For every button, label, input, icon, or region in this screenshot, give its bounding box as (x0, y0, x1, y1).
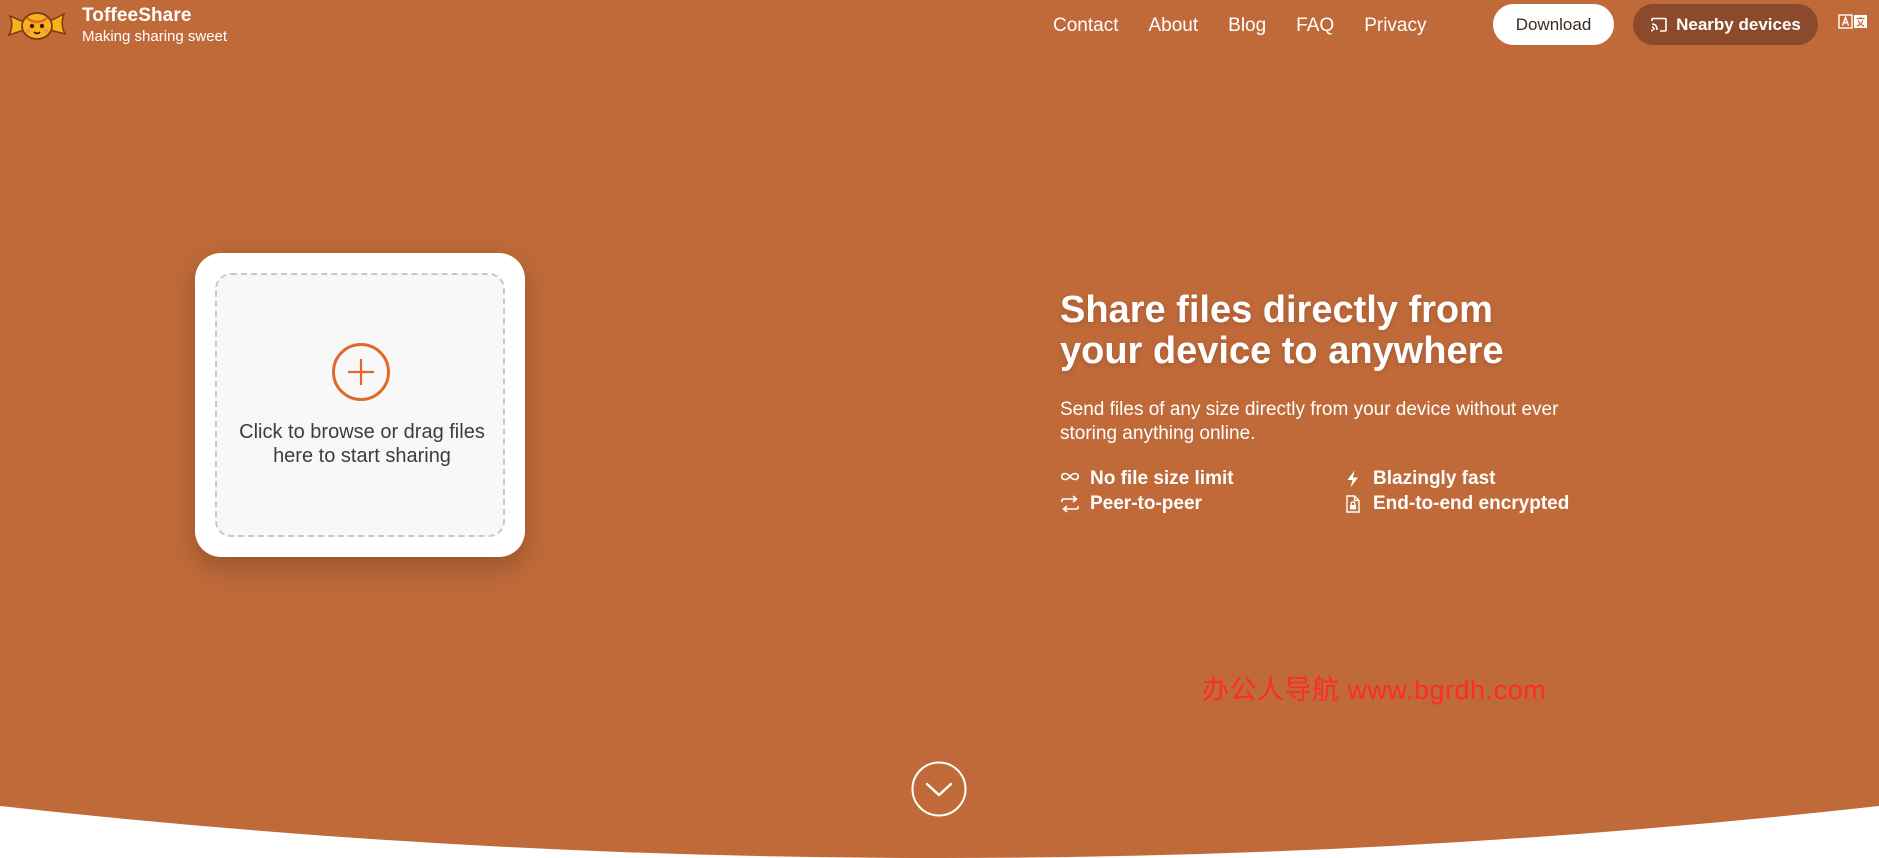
feature-no-size-limit: No file size limit (1060, 467, 1234, 491)
plus-circle-icon (332, 343, 390, 401)
candy-logo[interactable] (6, 2, 68, 48)
dropzone-text: Click to browse or drag files here to st… (239, 421, 485, 467)
brand[interactable]: ToffeeShare Making sharing sweet (82, 5, 227, 46)
feature-blazingly-fast: Blazingly fast (1343, 467, 1495, 491)
infinity-icon (1060, 472, 1080, 481)
nav-blog[interactable]: Blog (1228, 14, 1266, 38)
swap-arrows-icon (1061, 495, 1079, 513)
cast-icon (1651, 17, 1667, 32)
upload-card: Click to browse or drag files here to st… (195, 253, 525, 557)
nav-about[interactable]: About (1148, 14, 1198, 38)
lock-file-icon (1346, 495, 1360, 513)
main-nav: Contact About Blog FAQ Privacy (1053, 14, 1456, 38)
file-dropzone[interactable]: Click to browse or drag files here to st… (215, 273, 505, 537)
feature-label: Blazingly fast (1373, 468, 1496, 489)
feature-label: No file size limit (1090, 468, 1234, 489)
feature-label: End-to-end encrypted (1373, 493, 1570, 514)
page: ToffeeShare Making sharing sweet Contact… (0, 0, 1879, 858)
translate-icon[interactable] (1838, 14, 1868, 30)
feature-label: Peer-to-peer (1090, 493, 1202, 514)
nav-contact[interactable]: Contact (1053, 14, 1118, 38)
nav-faq[interactable]: FAQ (1296, 14, 1334, 38)
hero-subtext: Send files of any size directly from you… (1060, 399, 1559, 444)
brand-tagline: Making sharing sweet (82, 28, 228, 45)
hero-headline: Share files directly from your device to… (1060, 290, 1580, 372)
site-header: ToffeeShare Making sharing sweet Contact… (0, 0, 1879, 54)
hero-headline-line-2: your device to anywhere (1060, 330, 1504, 372)
chevron-down-circle-icon[interactable] (911, 761, 967, 817)
lightning-icon (1347, 470, 1358, 488)
nav-privacy[interactable]: Privacy (1364, 14, 1426, 38)
nearby-devices-label: Nearby devices (1676, 14, 1801, 34)
nearby-devices-button[interactable]: Nearby devices (1633, 4, 1818, 45)
feature-peer-to-peer: Peer-to-peer (1060, 492, 1202, 516)
hero-headline-line-1: Share files directly from (1060, 289, 1493, 331)
watermark-text: 办公人导航 www.bgrdh.com (1202, 675, 1547, 705)
brand-name: ToffeeShare (82, 5, 192, 26)
download-button[interactable]: Download (1493, 4, 1614, 45)
feature-end-to-end-encrypted: End-to-end encrypted (1343, 492, 1569, 516)
